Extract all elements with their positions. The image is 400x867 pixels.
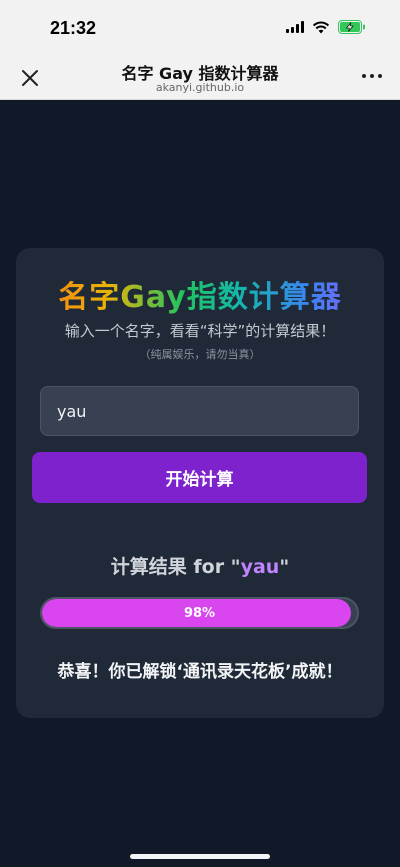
result-title: 计算结果 for "yau" — [16, 552, 384, 579]
result-name: yau — [240, 556, 280, 578]
result-title-suffix: " — [279, 556, 290, 578]
result-message: 恭喜！你已解锁‘通讯录天花板’成就！ — [57, 662, 343, 682]
card-title: 名字Gay指数计算器 — [16, 272, 384, 316]
progress-label: 98% — [183, 605, 216, 621]
more-icon[interactable] — [362, 74, 382, 78]
page-content: 名字Gay指数计算器 输入一个名字，看看“科学”的计算结果！ （纯属娱乐，请勿当… — [0, 100, 400, 867]
status-time: 21:32 — [50, 18, 97, 38]
battery-charging-icon — [338, 20, 366, 34]
calculator-card: 名字Gay指数计算器 输入一个名字，看看“科学”的计算结果！ （纯属娱乐，请勿当… — [16, 248, 384, 718]
card-subtitle: 输入一个名字，看看“科学”的计算结果！ — [64, 322, 336, 340]
status-bar: 21:32 — [0, 0, 400, 56]
wifi-icon — [312, 21, 330, 34]
card-note: （纯属娱乐，请勿当真） — [139, 348, 261, 361]
status-icons — [286, 20, 366, 34]
result-title-prefix: 计算结果 for " — [110, 556, 241, 578]
name-input[interactable] — [40, 386, 359, 436]
signal-icon — [286, 21, 304, 33]
progress-bar: 98% — [40, 597, 359, 629]
home-indicator — [130, 854, 270, 859]
nav-url: akanyi.github.io — [155, 81, 245, 94]
nav-bar: 名字 Gay 指数计算器 akanyi.github.io — [0, 56, 400, 100]
start-button[interactable]: 开始计算 — [32, 452, 367, 503]
